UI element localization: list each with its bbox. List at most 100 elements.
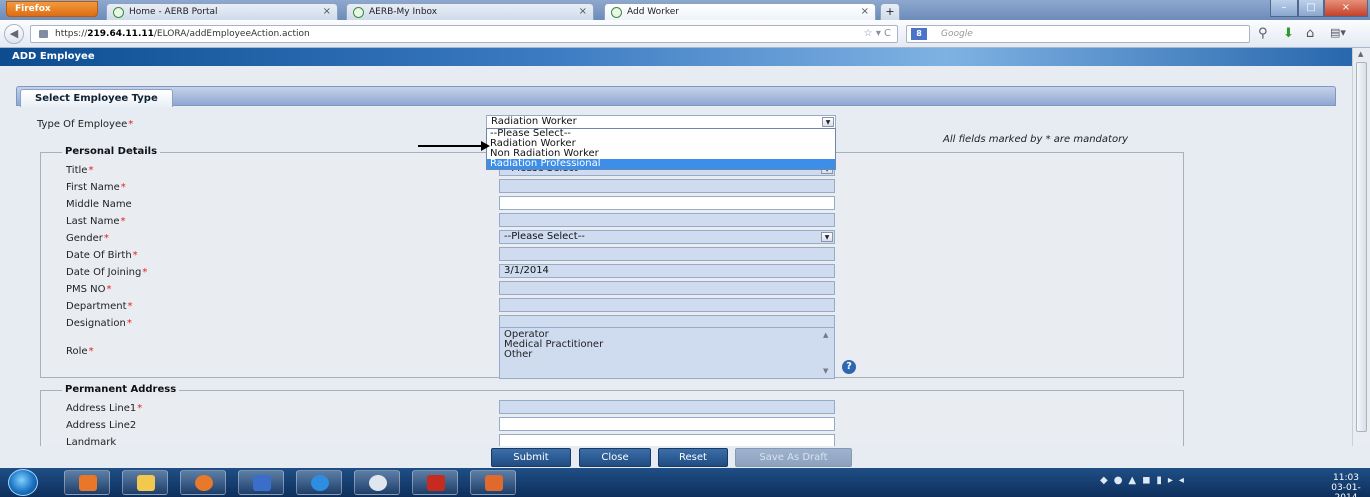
department-label-text: Department bbox=[66, 301, 127, 312]
tab-add-worker[interactable]: Add Worker × bbox=[604, 3, 876, 20]
internet-explorer-icon[interactable] bbox=[296, 470, 342, 495]
firefox-menu-button[interactable]: Firefox bbox=[6, 1, 98, 17]
role-scrollbar[interactable]: ▲ ▼ bbox=[822, 330, 832, 376]
reset-button[interactable]: Reset bbox=[658, 448, 728, 467]
gender-label-text: Gender bbox=[66, 233, 103, 244]
pms-label-text: PMS NO bbox=[66, 284, 106, 295]
pms-label: PMS NO* bbox=[66, 284, 112, 295]
address-line1-input[interactable] bbox=[499, 400, 835, 414]
middle-name-input[interactable] bbox=[499, 196, 835, 210]
search-engine-icon[interactable]: 8 bbox=[911, 28, 927, 40]
tab-home-aerb-portal[interactable]: Home - AERB Portal × bbox=[106, 3, 338, 20]
gender-select[interactable]: --Please Select-- ▼ bbox=[499, 230, 835, 244]
bookmark-star-icon[interactable]: ☆ ▾ C bbox=[864, 28, 891, 39]
required-marker: * bbox=[120, 216, 126, 227]
doj-value: 3/1/2014 bbox=[504, 265, 549, 276]
required-marker: * bbox=[88, 346, 94, 357]
pms-input[interactable] bbox=[499, 281, 835, 295]
designation-label: Designation* bbox=[66, 318, 132, 329]
new-tab-button[interactable]: + bbox=[880, 3, 900, 20]
close-tab-icon[interactable]: × bbox=[861, 6, 869, 17]
search-icon[interactable]: ⚲ bbox=[1258, 26, 1268, 41]
firefox-icon[interactable] bbox=[180, 470, 226, 495]
middle-name-label: Middle Name bbox=[66, 199, 132, 210]
lock-icon bbox=[39, 30, 48, 38]
required-marker: * bbox=[142, 267, 148, 278]
taskbar-clock[interactable]: 11:03 03-01-2014 bbox=[1322, 473, 1370, 497]
tab-label: AERB-My Inbox bbox=[369, 7, 438, 17]
department-input[interactable] bbox=[499, 298, 835, 312]
maximize-button[interactable]: □ bbox=[1298, 0, 1324, 17]
employee-type-value: Radiation Worker bbox=[491, 116, 577, 127]
acrobat-icon[interactable] bbox=[412, 470, 458, 495]
first-name-input[interactable] bbox=[499, 179, 835, 193]
page-content: ADD Employee Select Employee Type Type O… bbox=[0, 48, 1352, 448]
url-bar[interactable]: https://219.64.11.11/ELORA/addEmployeeAc… bbox=[30, 25, 898, 43]
role-multiselect[interactable]: Operator Medical Practitioner Other ▲ ▼ bbox=[499, 327, 835, 379]
browser-tab-strip: Firefox Home - AERB Portal × AERB-My Inb… bbox=[0, 0, 1370, 20]
media-player-icon[interactable] bbox=[64, 470, 110, 495]
page-scrollbar[interactable]: ▲ bbox=[1352, 48, 1370, 448]
chevron-down-icon[interactable]: ▼ bbox=[822, 117, 834, 127]
tab-select-employee-type[interactable]: Select Employee Type bbox=[20, 89, 173, 107]
chevron-down-icon[interactable]: ▼ bbox=[821, 232, 833, 242]
employee-type-label-text: Type Of Employee bbox=[37, 119, 128, 130]
role-option-medical-practitioner[interactable]: Medical Practitioner bbox=[504, 340, 830, 350]
navigation-bar: ◀ https://219.64.11.11/ELORA/addEmployee… bbox=[0, 20, 1370, 48]
required-marker: * bbox=[128, 119, 134, 130]
scroll-up-icon[interactable]: ▲ bbox=[1358, 50, 1363, 58]
option-radiation-professional[interactable]: Radiation Professional bbox=[487, 159, 835, 169]
address-line2-input[interactable] bbox=[499, 417, 835, 431]
employee-type-select[interactable]: Radiation Worker ▼ bbox=[486, 115, 836, 129]
download-icon[interactable]: ⬇ bbox=[1283, 26, 1294, 41]
last-name-input[interactable] bbox=[499, 213, 835, 227]
scroll-down-icon[interactable]: ▼ bbox=[823, 366, 828, 376]
minimize-button[interactable]: – bbox=[1270, 0, 1298, 17]
close-window-button[interactable]: × bbox=[1324, 0, 1368, 17]
home-icon[interactable]: ⌂ bbox=[1306, 26, 1314, 41]
search-box[interactable]: 8 Google bbox=[906, 25, 1250, 43]
dob-label: Date Of Birth* bbox=[66, 250, 138, 261]
role-label-text: Role bbox=[66, 346, 88, 357]
back-arrow-icon[interactable]: ◀ bbox=[4, 24, 24, 44]
windows-taskbar: ◆●▲◼▮▸◂ 11:03 03-01-2014 bbox=[0, 468, 1370, 497]
system-tray-icons[interactable]: ◆●▲◼▮▸◂ bbox=[1100, 475, 1190, 486]
required-marker: * bbox=[88, 165, 94, 176]
doj-label: Date Of Joining* bbox=[66, 267, 147, 278]
paint-icon[interactable] bbox=[470, 470, 516, 495]
clock-date: 03-01-2014 bbox=[1331, 483, 1361, 497]
close-button[interactable]: Close bbox=[579, 448, 651, 467]
annotation-arrow-head bbox=[481, 141, 490, 151]
scrollbar-thumb[interactable] bbox=[1356, 62, 1367, 432]
save-as-draft-button[interactable]: Save As Draft bbox=[735, 448, 852, 467]
help-icon[interactable]: ? bbox=[842, 360, 856, 374]
title-label-text: Title bbox=[66, 165, 88, 176]
mandatory-note: All fields marked by * are mandatory bbox=[943, 134, 1129, 145]
chrome-icon[interactable] bbox=[354, 470, 400, 495]
doj-input[interactable]: 3/1/2014 bbox=[499, 264, 835, 278]
required-marker: * bbox=[106, 284, 112, 295]
role-option-other[interactable]: Other bbox=[504, 350, 830, 360]
menu-icon[interactable]: ▤▾ bbox=[1330, 26, 1346, 39]
clock-time: 11:03 bbox=[1333, 473, 1359, 483]
dob-label-text: Date Of Birth bbox=[66, 250, 132, 261]
dob-input[interactable] bbox=[499, 247, 835, 261]
folder-icon[interactable] bbox=[122, 470, 168, 495]
scroll-up-icon[interactable]: ▲ bbox=[823, 330, 828, 340]
submit-button[interactable]: Submit bbox=[491, 448, 571, 467]
url-prefix: https:// bbox=[55, 29, 88, 39]
address-line2-label: Address Line2 bbox=[66, 420, 137, 431]
last-name-label: Last Name* bbox=[66, 216, 126, 227]
tab-aerb-my-inbox[interactable]: AERB-My Inbox × bbox=[346, 3, 594, 20]
globe-icon bbox=[353, 7, 364, 18]
employee-type-label: Type Of Employee* bbox=[37, 119, 133, 130]
designation-label-text: Designation bbox=[66, 318, 126, 329]
close-tab-icon[interactable]: × bbox=[323, 6, 331, 17]
address-line1-label: Address Line1* bbox=[66, 403, 142, 414]
close-tab-icon[interactable]: × bbox=[579, 6, 587, 17]
globe-icon bbox=[611, 7, 622, 18]
gender-value: --Please Select-- bbox=[504, 231, 585, 242]
windows-start-icon[interactable] bbox=[8, 469, 38, 496]
url-host: 219.64.11.11 bbox=[87, 29, 154, 39]
word-icon[interactable] bbox=[238, 470, 284, 495]
